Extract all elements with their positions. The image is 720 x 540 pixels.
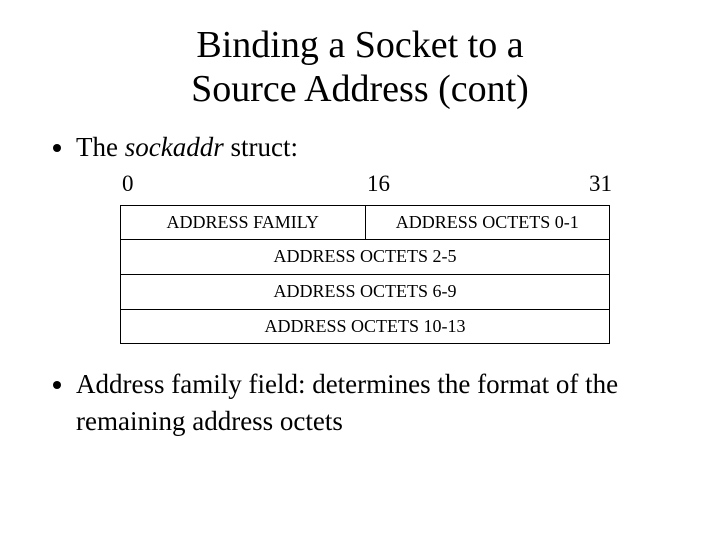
table-row: ADDRESS OCTETS 6-9 [121, 275, 610, 310]
bullet-address-family: Address family field: determines the for… [76, 366, 680, 439]
slide-body: The sockaddr struct: 0 16 31 ADDRESS FAM… [0, 111, 720, 439]
bullet1-italic: sockaddr [125, 132, 224, 162]
bit-label-0: 0 [120, 168, 367, 199]
table-row: ADDRESS OCTETS 2-5 [121, 240, 610, 275]
table-row: ADDRESS FAMILY ADDRESS OCTETS 0-1 [121, 205, 610, 240]
cell-octets-6-9: ADDRESS OCTETS 6-9 [121, 275, 610, 310]
bit-label-16: 16 [367, 168, 490, 199]
title-line-2: Source Address (cont) [191, 68, 529, 110]
bullet1-suffix: struct: [224, 132, 298, 162]
bullet1-prefix: The [76, 132, 125, 162]
struct-diagram: 0 16 31 ADDRESS FAMILY ADDRESS OCTETS 0-… [120, 168, 610, 344]
cell-octets-10-13: ADDRESS OCTETS 10-13 [121, 309, 610, 344]
bit-label-31: 31 [490, 168, 615, 199]
cell-octets-0-1: ADDRESS OCTETS 0-1 [365, 205, 610, 240]
slide-title: Binding a Socket to a Source Address (co… [0, 0, 720, 111]
bullet-sockaddr: The sockaddr struct: 0 16 31 ADDRESS FAM… [76, 129, 680, 344]
slide: Binding a Socket to a Source Address (co… [0, 0, 720, 540]
cell-octets-2-5: ADDRESS OCTETS 2-5 [121, 240, 610, 275]
cell-address-family: ADDRESS FAMILY [121, 205, 366, 240]
bit-labels: 0 16 31 [120, 168, 610, 199]
title-line-1: Binding a Socket to a [196, 24, 523, 66]
table-row: ADDRESS OCTETS 10-13 [121, 309, 610, 344]
bullet-list: The sockaddr struct: 0 16 31 ADDRESS FAM… [54, 129, 680, 439]
struct-table: ADDRESS FAMILY ADDRESS OCTETS 0-1 ADDRES… [120, 205, 610, 344]
